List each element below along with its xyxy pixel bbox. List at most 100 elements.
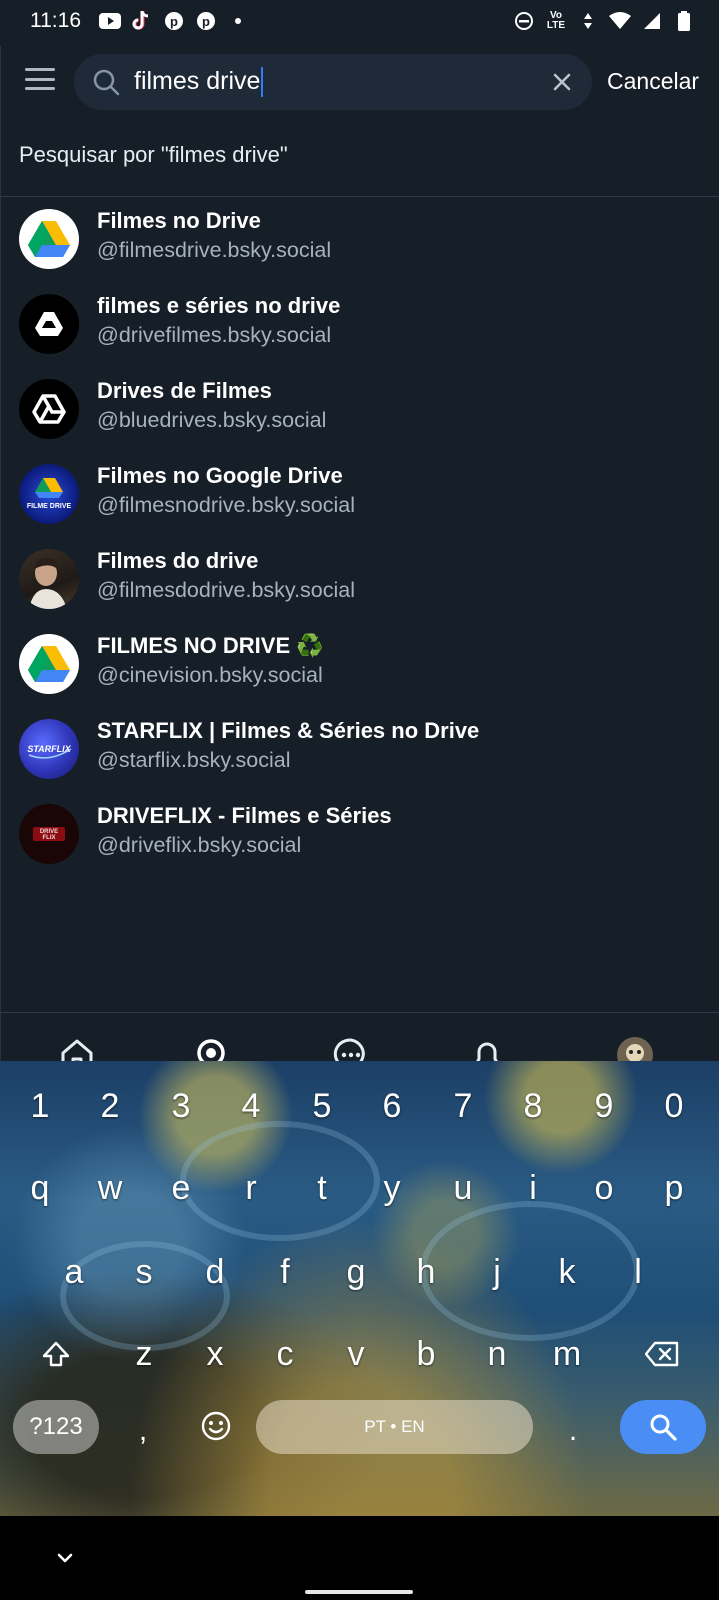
starflix-text: STARFLIX — [27, 744, 71, 754]
status-bar: 11:16 p p Vo LTE — [0, 0, 719, 42]
comma-key[interactable]: , — [128, 1406, 158, 1456]
letter-row-1: q w e r t y u i o p — [0, 1158, 719, 1218]
key-7[interactable]: 7 — [437, 1076, 489, 1136]
key-c[interactable]: c — [259, 1324, 311, 1384]
backspace-key[interactable] — [636, 1324, 688, 1384]
battery-icon — [673, 10, 695, 32]
key-l[interactable]: l — [612, 1242, 664, 1302]
list-item[interactable]: FILMES NO DRIVE ♻️ @cinevision.bsky.soci… — [1, 629, 719, 714]
drive-outline-icon — [32, 394, 66, 424]
search-action-key[interactable] — [620, 1400, 706, 1454]
svg-text:p: p — [202, 14, 210, 29]
search-suggestion[interactable]: Pesquisar por "filmes drive" — [19, 142, 288, 168]
list-item[interactable]: Filmes do drive @filmesdodrive.bsky.soci… — [1, 544, 719, 629]
result-handle: @drivefilmes.bsky.social — [97, 323, 332, 347]
key-x[interactable]: x — [189, 1324, 241, 1384]
symbols-key[interactable]: ?123 — [13, 1400, 99, 1454]
key-b[interactable]: b — [400, 1324, 452, 1384]
pinterest-icon: p — [163, 10, 185, 32]
key-4[interactable]: 4 — [225, 1076, 277, 1136]
key-u[interactable]: u — [437, 1158, 489, 1218]
list-item[interactable]: Filmes no Drive @filmesdrive.bsky.social — [1, 204, 719, 289]
system-nav-bar — [0, 1516, 719, 1600]
key-p[interactable]: p — [648, 1158, 700, 1218]
result-name: STARFLIX | Filmes & Séries no Drive — [97, 718, 480, 743]
key-s[interactable]: s — [118, 1242, 170, 1302]
key-d[interactable]: d — [189, 1242, 241, 1302]
result-name: Filmes do drive — [97, 548, 259, 573]
list-item[interactable]: FILME DRIVE Filmes no Google Drive @film… — [1, 459, 719, 544]
text-caret — [261, 67, 264, 98]
result-name: Filmes no Drive — [97, 208, 261, 233]
menu-line — [25, 77, 55, 81]
key-w[interactable]: w — [84, 1158, 136, 1218]
volte-icon: Vo LTE — [546, 10, 566, 31]
key-o[interactable]: o — [578, 1158, 630, 1218]
key-a[interactable]: a — [48, 1242, 100, 1302]
letter-row-3: z x c v b n m — [0, 1324, 719, 1384]
divider — [1, 196, 719, 197]
key-q[interactable]: q — [14, 1158, 66, 1218]
results-list: Filmes no Drive @filmesdrive.bsky.social… — [1, 204, 719, 884]
key-m[interactable]: m — [541, 1324, 593, 1384]
space-key[interactable]: PT • EN — [256, 1400, 533, 1454]
key-8[interactable]: 8 — [507, 1076, 559, 1136]
search-icon — [650, 1414, 677, 1441]
key-6[interactable]: 6 — [366, 1076, 418, 1136]
key-3[interactable]: 3 — [155, 1076, 207, 1136]
avatar: DRIVE FLIX — [19, 804, 79, 864]
hide-keyboard-button[interactable] — [50, 1548, 80, 1568]
result-info: filmes e séries no drive @drivefilmes.bs… — [97, 289, 340, 350]
top-bar: filmes drive Cancelar — [1, 46, 719, 116]
key-f[interactable]: f — [259, 1242, 311, 1302]
key-5[interactable]: 5 — [296, 1076, 348, 1136]
drive-logo-icon — [35, 312, 63, 336]
key-j[interactable]: j — [471, 1242, 523, 1302]
result-info: Filmes do drive @filmesdodrive.bsky.soci… — [97, 544, 355, 605]
search-input[interactable]: filmes drive — [74, 54, 592, 110]
filme-drive-logo: FILME DRIVE — [27, 478, 71, 510]
key-i[interactable]: i — [507, 1158, 559, 1218]
key-e[interactable]: e — [155, 1158, 207, 1218]
clear-icon[interactable] — [548, 68, 576, 96]
home-indicator[interactable] — [305, 1590, 413, 1594]
status-right: Vo LTE — [513, 10, 695, 32]
avatar — [19, 549, 79, 609]
result-name: Filmes no Google Drive — [97, 463, 343, 488]
signal-icon — [641, 10, 663, 32]
cancel-button[interactable]: Cancelar — [607, 68, 699, 95]
list-item[interactable]: Drives de Filmes @bluedrives.bsky.social — [1, 374, 719, 459]
result-info: Drives de Filmes @bluedrives.bsky.social — [97, 374, 326, 435]
menu-button[interactable] — [23, 64, 57, 94]
key-r[interactable]: r — [225, 1158, 277, 1218]
key-0[interactable]: 0 — [648, 1076, 700, 1136]
wifi-icon — [609, 10, 631, 32]
result-handle: @bluedrives.bsky.social — [97, 408, 327, 432]
list-item[interactable]: filmes e séries no drive @drivefilmes.bs… — [1, 289, 719, 374]
key-9[interactable]: 9 — [578, 1076, 630, 1136]
result-info: STARFLIX | Filmes & Séries no Drive @sta… — [97, 714, 479, 775]
emoji-key[interactable] — [196, 1404, 236, 1448]
key-g[interactable]: g — [330, 1242, 382, 1302]
result-info: Filmes no Google Drive @filmesnodrive.bs… — [97, 459, 355, 520]
key-t[interactable]: t — [296, 1158, 348, 1218]
tiktok-icon — [131, 10, 153, 32]
person-photo-icon — [29, 557, 67, 609]
key-z[interactable]: z — [118, 1324, 170, 1384]
key-y[interactable]: y — [366, 1158, 418, 1218]
key-k[interactable]: k — [541, 1242, 593, 1302]
key-1[interactable]: 1 — [14, 1076, 66, 1136]
shift-key[interactable] — [30, 1324, 82, 1384]
key-v[interactable]: v — [330, 1324, 382, 1384]
period-key[interactable]: . — [558, 1406, 588, 1456]
search-icon — [93, 69, 120, 96]
key-n[interactable]: n — [471, 1324, 523, 1384]
result-handle: @filmesdodrive.bsky.social — [97, 578, 356, 602]
key-h[interactable]: h — [400, 1242, 452, 1302]
screen: 11:16 p p Vo LTE filmes drive Cancelar P… — [0, 0, 719, 1600]
list-item[interactable]: DRIVE FLIX DRIVEFLIX - Filmes e Séries @d… — [1, 799, 719, 884]
key-2[interactable]: 2 — [84, 1076, 136, 1136]
list-item[interactable]: STARFLIX STARFLIX | Filmes & Séries no D… — [1, 714, 719, 799]
data-arrows-icon — [577, 10, 599, 32]
result-handle: @filmesnodrive.bsky.social — [97, 493, 356, 517]
